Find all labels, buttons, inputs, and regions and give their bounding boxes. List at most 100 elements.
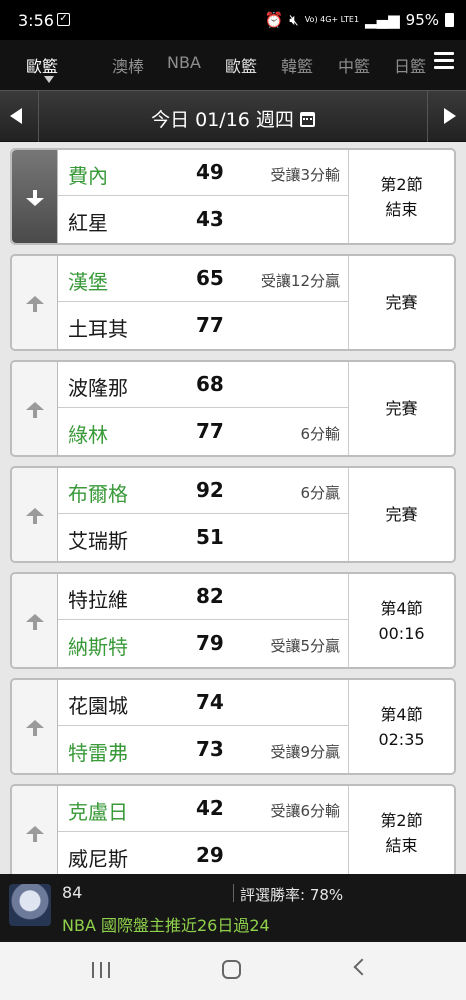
game-status: 第2節 結束 (348, 150, 454, 243)
expand-toggle[interactable] (12, 786, 58, 874)
date-selector[interactable]: 今日 01/16 週四 (0, 105, 466, 132)
tab-league-4[interactable]: 中籃 (338, 53, 370, 77)
status-line-2: 結束 (385, 835, 418, 855)
game-card[interactable]: 費內 49 受讓3分輸 紅星 43 第2節 結束 (10, 148, 456, 245)
tab-league-3[interactable]: 韓籃 (281, 53, 313, 77)
signal-icon: ▂▄▆ (365, 11, 400, 29)
notification-check-icon: ✓ (57, 13, 70, 26)
home-score: 92 (196, 478, 224, 502)
battery-percent: 95% (405, 11, 439, 29)
status-line-2: 結束 (385, 199, 418, 219)
home-score: 65 (196, 266, 224, 290)
expand-toggle[interactable] (12, 574, 58, 667)
away-score: 77 (196, 419, 224, 443)
status-line-1: 完賽 (385, 399, 418, 418)
status-line-1: 第2節 (380, 174, 423, 194)
game-card[interactable]: 漢堡 65 受讓12分贏 土耳其 77 完賽 (10, 254, 456, 351)
back-icon[interactable] (353, 958, 371, 976)
tip-link[interactable]: NBA 國際盤主推近26日過24 (62, 912, 270, 936)
away-row: 特雷弗 73 受讓9分贏 (58, 727, 348, 773)
away-row: 紅星 43 (58, 197, 348, 243)
avatar[interactable] (9, 884, 51, 926)
expand-toggle[interactable] (12, 150, 58, 243)
home-row: 波隆那 68 (58, 362, 348, 408)
away-score: 73 (196, 737, 224, 761)
current-league-button[interactable]: 歐籃 (26, 53, 58, 77)
expand-toggle[interactable] (12, 468, 58, 561)
away-score: 51 (196, 525, 224, 549)
expand-toggle[interactable] (12, 680, 58, 773)
home-row: 花園城 74 (58, 680, 348, 726)
home-score: 42 (196, 796, 224, 820)
home-team: 漢堡 (68, 270, 108, 294)
game-status: 第2節 結束 (348, 786, 454, 874)
expand-toggle[interactable] (12, 256, 58, 349)
away-row: 綠林 77 6分輸 (58, 409, 348, 455)
away-team: 威尼斯 (68, 847, 128, 871)
status-line-1: 第4節 (380, 704, 423, 724)
away-row: 土耳其 77 (58, 303, 348, 349)
game-status: 完賽 (348, 256, 454, 349)
menu-icon[interactable] (434, 52, 454, 70)
tab-league-0[interactable]: 澳棒 (112, 53, 144, 77)
home-score: 49 (196, 160, 224, 184)
status-icons: ⏰ 🔇︎ Vo) 4G+ LTE1 ▂▄▆ 95% (265, 11, 454, 29)
game-card[interactable]: 克盧日 42 受讓6分輸 威尼斯 29 第2節 結束 (10, 784, 456, 874)
next-day-button[interactable] (444, 108, 456, 124)
arrow-up-icon (25, 614, 45, 630)
away-note: 6分輸 (300, 425, 340, 443)
date-label: 今日 01/16 週四 (151, 109, 294, 131)
status-line-1: 第2節 (380, 810, 423, 830)
divider (233, 884, 234, 902)
chevron-down-icon (44, 76, 54, 83)
away-team: 綠林 (68, 423, 108, 447)
arrow-up-icon (25, 508, 45, 524)
game-status: 完賽 (348, 362, 454, 455)
away-score: 29 (196, 843, 224, 867)
home-row: 特拉維 82 (58, 574, 348, 620)
status-line-1: 完賽 (385, 505, 418, 524)
tab-league-1[interactable]: NBA (167, 53, 201, 72)
away-team: 艾瑞斯 (68, 529, 128, 553)
away-score: 77 (196, 313, 224, 337)
home-score: 82 (196, 584, 224, 608)
status-line-1: 第4節 (380, 598, 423, 618)
status-bar: 3:56 ✓ ⏰ 🔇︎ Vo) 4G+ LTE1 ▂▄▆ 95% (0, 0, 466, 40)
game-status: 第4節 00:16 (348, 574, 454, 667)
mute-icon: 🔇︎ (289, 11, 299, 29)
home-note: 受讓12分贏 (260, 272, 340, 290)
game-list[interactable]: 費內 49 受讓3分輸 紅星 43 第2節 結束 漢堡 65 受讓12分贏 土耳… (0, 142, 466, 874)
away-team: 土耳其 (68, 317, 128, 341)
tab-league-5[interactable]: 日籃 (394, 53, 426, 77)
home-note: 受讓3分輸 (270, 166, 340, 184)
date-bar: 今日 01/16 週四 (0, 90, 466, 143)
network-indicator: Vo) 4G+ LTE1 (304, 15, 360, 24)
status-time: 3:56 (18, 11, 54, 30)
game-status: 第4節 02:35 (348, 680, 454, 773)
away-team: 納斯特 (68, 635, 128, 659)
expand-toggle[interactable] (12, 362, 58, 455)
game-status: 完賽 (348, 468, 454, 561)
game-card[interactable]: 波隆那 68 綠林 77 6分輸 完賽 (10, 360, 456, 457)
game-card[interactable]: 布爾格 92 6分贏 艾瑞斯 51 完賽 (10, 466, 456, 563)
home-icon[interactable] (222, 960, 241, 979)
home-score: 74 (196, 690, 224, 714)
status-line-2: 00:16 (378, 623, 425, 643)
alarm-icon: ⏰ (264, 11, 284, 29)
tipster-number: 84 (62, 883, 83, 902)
home-team: 克盧日 (68, 800, 128, 824)
status-line-1: 完賽 (385, 293, 418, 312)
home-row: 克盧日 42 受讓6分輸 (58, 786, 348, 832)
game-card[interactable]: 花園城 74 特雷弗 73 受讓9分贏 第4節 02:35 (10, 678, 456, 775)
arrow-up-icon (25, 402, 45, 418)
away-note: 受讓5分贏 (270, 637, 340, 655)
tab-league-2[interactable]: 歐籃 (225, 53, 257, 77)
recent-apps-icon[interactable] (92, 962, 110, 978)
battery-icon (445, 13, 454, 27)
away-row: 納斯特 79 受讓5分贏 (58, 621, 348, 667)
home-note: 受讓6分輸 (270, 802, 340, 820)
away-row: 威尼斯 29 (58, 833, 348, 874)
away-score: 79 (196, 631, 224, 655)
game-card[interactable]: 特拉維 82 納斯特 79 受讓5分贏 第4節 00:16 (10, 572, 456, 669)
tipster-bar[interactable]: 84 評選勝率: 78% NBA 國際盤主推近26日過24 (0, 874, 466, 942)
